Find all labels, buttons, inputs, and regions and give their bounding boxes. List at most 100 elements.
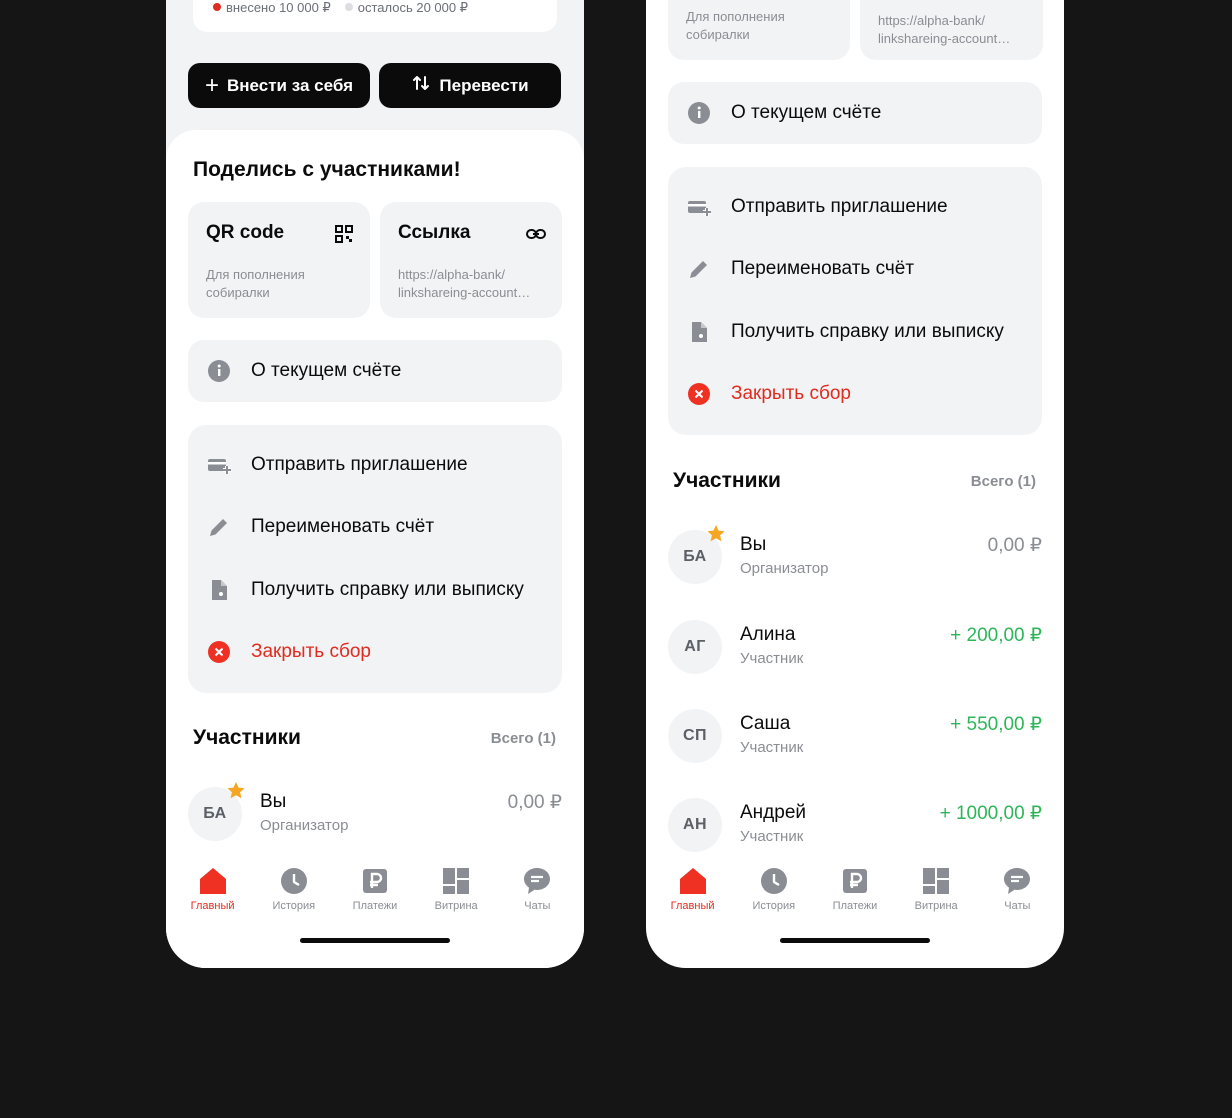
member-amount: 0,00 ₽ xyxy=(507,792,562,813)
rename-account-item[interactable]: Переименовать счёт xyxy=(668,238,1042,300)
chat-icon xyxy=(1004,868,1031,894)
actions-menu: Отправить приглашение Переименовать счёт… xyxy=(188,425,562,693)
about-account-row[interactable]: О текущем счёте xyxy=(668,82,1042,144)
home-icon xyxy=(199,868,226,894)
ruble-icon xyxy=(842,869,867,893)
link-card[interactable]: Ссылка https://alpha-bank/ linkshareing-… xyxy=(380,202,562,318)
star-icon xyxy=(707,525,725,542)
transfer-icon xyxy=(411,73,431,98)
tab-payments[interactable]: Платежи xyxy=(815,862,895,922)
rename-account-label: Переименовать счёт xyxy=(251,516,435,537)
member-amount: 0,00 ₽ xyxy=(987,535,1042,556)
participants-count: Всего (1) xyxy=(490,730,556,747)
actions-menu: Отправить приглашение Переименовать счёт… xyxy=(668,167,1042,435)
qr-card-subtitle: Для пополнения собиралки xyxy=(686,9,785,42)
avatar: СП xyxy=(668,709,722,763)
member-name: Алина xyxy=(740,624,796,645)
qr-card-title: QR code xyxy=(206,222,285,243)
member-row[interactable]: АГ Алина Участник + 200,00 ₽ xyxy=(668,620,1042,680)
get-statement-item[interactable]: Получить справку или выписку xyxy=(668,301,1042,363)
star-icon xyxy=(227,782,245,799)
link-icon xyxy=(526,229,546,239)
document-icon xyxy=(687,320,711,344)
member-role: Участник xyxy=(740,650,804,667)
plus-icon: + xyxy=(204,71,219,99)
pencil-icon xyxy=(207,515,231,539)
clock-icon xyxy=(280,868,307,894)
qr-code-card[interactable]: QR code Для пополнения собиралки xyxy=(188,202,370,318)
qr-code-card[interactable]: Для пополнения собиралки xyxy=(668,0,850,60)
member-name: Вы xyxy=(740,534,767,555)
bottom-tab-bar: Главный История Платежи Витрина Чаты xyxy=(166,862,584,922)
member-amount: + 200,00 ₽ xyxy=(950,625,1042,646)
pencil-icon xyxy=(687,257,711,281)
clock-icon xyxy=(760,868,787,894)
member-role: Организатор xyxy=(260,817,349,834)
avatar: АГ xyxy=(668,620,722,674)
progress-card: внесено 10 000 ₽ осталось 20 000 ₽ xyxy=(193,0,557,32)
home-icon xyxy=(679,868,706,894)
progress-legend: внесено 10 000 ₽ осталось 20 000 ₽ xyxy=(213,0,468,16)
member-name: Саша xyxy=(740,713,791,734)
send-invite-item[interactable]: Отправить приглашение xyxy=(188,434,562,496)
ruble-icon xyxy=(362,869,387,893)
participants-title: Участники xyxy=(193,726,301,749)
info-icon xyxy=(207,359,231,383)
get-statement-item[interactable]: Получить справку или выписку xyxy=(188,559,562,621)
info-icon xyxy=(687,101,711,125)
member-amount: + 550,00 ₽ xyxy=(950,714,1042,735)
grid-icon xyxy=(923,868,950,894)
contribute-button[interactable]: + Внести за себя xyxy=(188,63,370,108)
tab-showcase[interactable]: Витрина xyxy=(416,862,496,922)
bottom-tab-bar: Главный История Платежи Витрина Чаты xyxy=(646,862,1064,922)
legend-paid: внесено 10 000 ₽ xyxy=(213,0,331,16)
tab-home[interactable]: Главный xyxy=(653,862,733,922)
get-statement-label: Получить справку или выписку xyxy=(251,579,524,600)
member-row[interactable]: АН Андрей Участник + 1000,00 ₽ xyxy=(668,798,1042,858)
tab-home[interactable]: Главный xyxy=(173,862,253,922)
tab-history[interactable]: История xyxy=(254,862,334,922)
phone-screen-left: внесено 10 000 ₽ осталось 20 000 ₽ + Вне… xyxy=(166,0,584,968)
about-account-label: О текущем счёте xyxy=(251,360,402,381)
participants-title: Участники xyxy=(673,469,781,492)
tab-payments[interactable]: Платежи xyxy=(335,862,415,922)
member-role: Участник xyxy=(740,739,804,756)
document-icon xyxy=(207,578,231,602)
link-card-subtitle: https://alpha-bank/ linkshareing-account… xyxy=(878,13,1011,46)
qr-card-subtitle: Для пополнения собиралки xyxy=(206,267,305,300)
member-name: Вы xyxy=(260,791,287,812)
transfer-label: Перевести xyxy=(439,75,529,95)
phone-screen-right: Для пополнения собиралки https://alpha-b… xyxy=(646,0,1064,968)
member-row[interactable]: БА Вы Организатор 0,00 ₽ xyxy=(668,525,1042,590)
close-collection-item[interactable]: Закрыть сбор xyxy=(188,621,562,683)
link-card-subtitle: https://alpha-bank/ linkshareing-account… xyxy=(398,267,531,300)
about-account-row[interactable]: О текущем счёте xyxy=(188,340,562,402)
tab-showcase[interactable]: Витрина xyxy=(896,862,976,922)
home-indicator xyxy=(300,938,450,943)
member-row[interactable]: БА Вы Организатор 0,00 ₽ xyxy=(188,782,562,847)
qr-code-icon xyxy=(335,225,353,243)
contribute-label: Внести за себя xyxy=(227,75,354,95)
card-plus-icon xyxy=(207,453,231,477)
about-account-label: О текущем счёте xyxy=(731,102,882,123)
send-invite-item[interactable]: Отправить приглашение xyxy=(668,176,1042,238)
close-collection-label: Закрыть сбор xyxy=(731,383,851,404)
home-indicator xyxy=(780,938,930,943)
link-card-title: Ссылка xyxy=(398,222,471,243)
tab-chats[interactable]: Чаты xyxy=(497,862,577,922)
member-role: Организатор xyxy=(740,560,829,577)
link-card[interactable]: https://alpha-bank/ linkshareing-account… xyxy=(860,0,1043,60)
tab-history[interactable]: История xyxy=(734,862,814,922)
share-title: Поделись с участниками! xyxy=(193,158,461,181)
member-row[interactable]: СП Саша Участник + 550,00 ₽ xyxy=(668,709,1042,769)
rename-account-label: Переименовать счёт xyxy=(731,258,915,279)
rename-account-item[interactable]: Переименовать счёт xyxy=(188,496,562,558)
close-circle-icon xyxy=(687,382,711,406)
close-collection-item[interactable]: Закрыть сбор xyxy=(668,363,1042,425)
tab-chats[interactable]: Чаты xyxy=(977,862,1057,922)
member-role: Участник xyxy=(740,828,804,845)
legend-remaining: осталось 20 000 ₽ xyxy=(344,0,468,16)
transfer-button[interactable]: Перевести xyxy=(379,63,561,108)
grid-icon xyxy=(443,868,470,894)
close-collection-label: Закрыть сбор xyxy=(251,641,371,662)
